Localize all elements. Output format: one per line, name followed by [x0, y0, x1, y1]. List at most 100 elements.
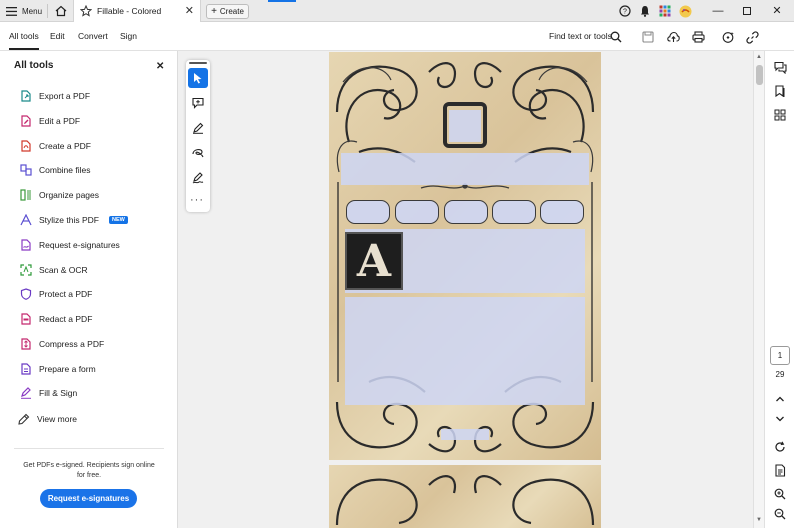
tab-convert[interactable]: Convert	[78, 31, 108, 41]
toolbar-grip[interactable]	[189, 62, 207, 64]
create-button[interactable]: + Create	[206, 4, 249, 19]
page-display-button[interactable]	[772, 462, 788, 478]
all-tools-panel: All tools ✕ Export a PDF Edit a PDF Create…	[0, 51, 178, 528]
tab-edit[interactable]: Edit	[50, 31, 65, 41]
previous-page-button[interactable]	[772, 391, 788, 407]
current-page-input[interactable]: 1	[770, 346, 790, 365]
comment-add-icon	[192, 97, 204, 109]
tool-item-fill-sign[interactable]: Fill & Sign	[20, 385, 77, 401]
vertical-scrollbar[interactable]: ▲ ▼	[753, 51, 764, 528]
zoom-out-button[interactable]	[772, 506, 788, 522]
label-field-3[interactable]	[444, 200, 488, 224]
freehand-icon	[192, 149, 204, 158]
thumbnails-button[interactable]	[772, 107, 788, 123]
sign-button[interactable]	[188, 168, 208, 188]
tool-item-stylize-pdf[interactable]: Stylize this PDF NEW	[20, 212, 128, 228]
tool-label: Edit a PDF	[39, 116, 81, 126]
help-icon: ?	[619, 5, 631, 17]
maximize-icon	[743, 6, 751, 15]
select-tool-button[interactable]	[188, 68, 208, 88]
print-button[interactable]	[690, 29, 706, 45]
tool-item-request-esign[interactable]: Request e-signatures	[20, 237, 120, 253]
upload-button[interactable]	[665, 29, 681, 45]
tab-sign[interactable]: Sign	[120, 31, 137, 41]
apps-grid-icon	[659, 5, 671, 17]
more-tools-icon[interactable]: ···	[190, 194, 204, 206]
label-field-5[interactable]	[540, 200, 584, 224]
apps-button[interactable]	[657, 3, 673, 19]
tool-item-organize-pages[interactable]: Organize pages	[20, 187, 99, 203]
star-icon[interactable]	[80, 5, 92, 17]
maximize-button[interactable]	[738, 2, 756, 19]
tool-label: Export a PDF	[39, 91, 91, 101]
draw-button[interactable]	[188, 143, 208, 163]
tool-item-redact-pdf[interactable]: Redact a PDF	[20, 311, 92, 327]
menu-button[interactable]: Menu	[6, 3, 42, 19]
close-tab-icon[interactable]: ✕	[185, 4, 194, 17]
request-esignatures-button[interactable]: Request e-signatures	[40, 489, 137, 508]
notifications-button[interactable]	[637, 3, 653, 19]
find-text-button[interactable]: Find text or tools	[549, 31, 612, 41]
tool-item-combine-files[interactable]: Combine files	[20, 162, 91, 178]
pen-icon	[193, 122, 204, 134]
share-link-button[interactable]	[744, 29, 760, 45]
svg-text:?: ?	[623, 9, 627, 16]
tool-label: View more	[37, 414, 77, 424]
tool-item-view-more[interactable]: View more	[18, 411, 77, 427]
tab-all-tools[interactable]: All tools	[9, 31, 39, 50]
scrollbar-thumb[interactable]	[756, 65, 763, 85]
tool-item-protect-pdf[interactable]: Protect a PDF	[20, 286, 92, 302]
promo-text: Get PDFs e-signed. Recipients sign onlin…	[23, 462, 155, 479]
label-field-1[interactable]	[346, 200, 390, 224]
emblem-field[interactable]	[449, 110, 481, 142]
label-field-4[interactable]	[492, 200, 536, 224]
next-page-button[interactable]	[772, 411, 788, 427]
scroll-down-arrow-icon[interactable]: ▼	[756, 517, 762, 523]
close-panel-icon[interactable]: ✕	[156, 61, 164, 72]
title-field[interactable]	[341, 153, 589, 185]
comments-button[interactable]	[772, 59, 788, 75]
search-button[interactable]	[608, 29, 624, 45]
tool-item-export-pdf[interactable]: Export a PDF	[20, 88, 90, 104]
avatar	[679, 5, 691, 17]
edit-pdf-icon	[21, 115, 31, 127]
total-pages: 29	[775, 370, 785, 379]
document-tab[interactable]: Fillable - Colored ✕	[73, 0, 201, 22]
ai-assistant-button[interactable]	[720, 29, 736, 45]
combine-files-icon	[20, 164, 32, 176]
search-icon	[610, 31, 622, 43]
home-icon	[55, 5, 67, 17]
label-field-2[interactable]	[395, 200, 439, 224]
prepare-form-icon	[21, 363, 31, 375]
tool-item-compress-pdf[interactable]: Compress a PDF	[20, 336, 104, 352]
add-comment-button[interactable]	[188, 93, 208, 113]
footer-field[interactable]	[441, 429, 489, 440]
tool-item-scan-ocr[interactable]: Scan & OCR	[20, 262, 88, 278]
help-button[interactable]: ?	[617, 3, 633, 19]
document-viewport[interactable]: A	[179, 51, 753, 528]
close-icon: ✕	[772, 5, 782, 17]
home-button[interactable]	[52, 3, 70, 19]
pdf-page-2[interactable]	[329, 465, 601, 528]
scroll-up-arrow-icon[interactable]: ▲	[756, 54, 762, 60]
tool-label: Prepare a form	[39, 364, 96, 374]
bookmarks-button[interactable]	[772, 83, 788, 99]
title-bar: Menu Fillable - Colored ✕ + Create ? — ✕	[0, 0, 794, 22]
tab-title: Fillable - Colored	[97, 6, 162, 16]
close-window-button[interactable]: ✕	[768, 2, 786, 19]
protect-pdf-icon	[20, 288, 32, 300]
refresh-button[interactable]	[772, 439, 788, 455]
comments-icon	[773, 61, 787, 74]
tool-item-edit-pdf[interactable]: Edit a PDF	[20, 113, 80, 129]
save-button[interactable]	[640, 29, 656, 45]
minimize-button[interactable]: —	[709, 2, 727, 19]
pdf-page-1[interactable]: A	[329, 52, 601, 460]
body-text-field[interactable]	[345, 297, 585, 405]
tool-item-create-pdf[interactable]: Create a PDF	[20, 138, 91, 154]
zoom-in-button[interactable]	[772, 486, 788, 502]
highlight-button[interactable]	[188, 118, 208, 138]
tool-item-prepare-form[interactable]: Prepare a form	[20, 361, 96, 377]
menu-label: Menu	[22, 6, 43, 16]
tool-label: Scan & OCR	[39, 265, 88, 275]
profile-button[interactable]	[677, 3, 693, 19]
